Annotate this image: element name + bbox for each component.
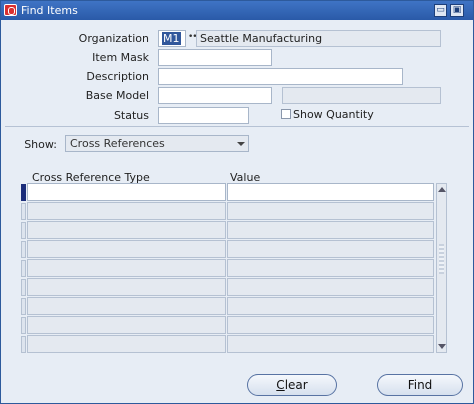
row-indicator[interactable] xyxy=(21,222,26,239)
scroll-up-icon[interactable] xyxy=(438,187,446,192)
window-title: Find Items xyxy=(21,4,78,17)
chevron-down-icon xyxy=(237,142,245,146)
show-select[interactable]: Cross References xyxy=(65,135,249,152)
description-field[interactable] xyxy=(158,68,403,85)
clear-button-label: lear xyxy=(284,378,308,392)
minimize-icon[interactable]: ▭ xyxy=(434,4,447,17)
cross-reference-type-cell[interactable] xyxy=(27,335,226,353)
cross-reference-type-cell[interactable] xyxy=(27,202,226,220)
value-cell[interactable] xyxy=(227,221,434,239)
title-bar[interactable]: Find Items ▭ ▣ xyxy=(1,1,473,20)
organization-name-field: Seattle Manufacturing xyxy=(196,30,441,47)
value-cell[interactable] xyxy=(227,240,434,258)
value-cell[interactable] xyxy=(227,278,434,296)
cross-reference-type-cell[interactable] xyxy=(27,240,226,258)
maximize-icon[interactable]: ▣ xyxy=(450,4,464,17)
row-indicator[interactable] xyxy=(21,317,26,334)
grid-vertical-scrollbar[interactable] xyxy=(436,183,447,353)
row-indicator[interactable] xyxy=(21,298,26,315)
base-model-description-field xyxy=(282,87,441,104)
cross-reference-type-cell[interactable] xyxy=(27,183,226,201)
oracle-app-icon xyxy=(4,4,17,16)
value-cell[interactable] xyxy=(227,297,434,315)
cross-reference-type-cell[interactable] xyxy=(27,278,226,296)
scroll-grip[interactable] xyxy=(439,244,444,274)
value-cell[interactable] xyxy=(227,202,434,220)
description-label: Description xyxy=(86,70,149,83)
cross-reference-type-cell[interactable] xyxy=(27,297,226,315)
row-indicator[interactable] xyxy=(21,184,26,201)
base-model-field[interactable] xyxy=(158,87,272,104)
value-cell[interactable] xyxy=(227,316,434,334)
row-indicator[interactable] xyxy=(21,203,26,220)
status-field[interactable] xyxy=(158,107,249,124)
find-button[interactable]: Find xyxy=(377,374,463,396)
row-indicator[interactable] xyxy=(21,336,26,353)
cross-reference-type-cell[interactable] xyxy=(27,221,226,239)
item-mask-label: Item Mask xyxy=(92,51,149,64)
cross-reference-type-cell[interactable] xyxy=(27,259,226,277)
clear-button[interactable]: Clear xyxy=(247,374,337,396)
show-label: Show: xyxy=(24,138,57,151)
show-quantity-label: Show Quantity xyxy=(293,108,374,121)
show-quantity-checkbox[interactable] xyxy=(281,109,291,119)
value-cell[interactable] xyxy=(227,183,434,201)
scroll-down-icon[interactable] xyxy=(438,344,446,349)
organization-code-field[interactable]: M1 xyxy=(158,30,186,47)
item-mask-field[interactable] xyxy=(158,49,272,66)
cross-reference-type-cell[interactable] xyxy=(27,316,226,334)
status-label: Status xyxy=(113,109,149,122)
section-divider xyxy=(5,126,469,127)
clear-button-mnemonic: C xyxy=(276,378,285,392)
row-indicator[interactable] xyxy=(21,241,26,258)
organization-label: Organization xyxy=(78,32,149,45)
row-indicator[interactable] xyxy=(21,279,26,296)
row-indicator[interactable] xyxy=(21,260,26,277)
value-cell[interactable] xyxy=(227,259,434,277)
value-cell[interactable] xyxy=(227,335,434,353)
base-model-label: Base Model xyxy=(85,89,149,102)
show-select-value: Cross References xyxy=(70,137,165,150)
find-items-window: Find Items ▭ ▣ Organization M1 ••• Seatt… xyxy=(0,0,474,404)
